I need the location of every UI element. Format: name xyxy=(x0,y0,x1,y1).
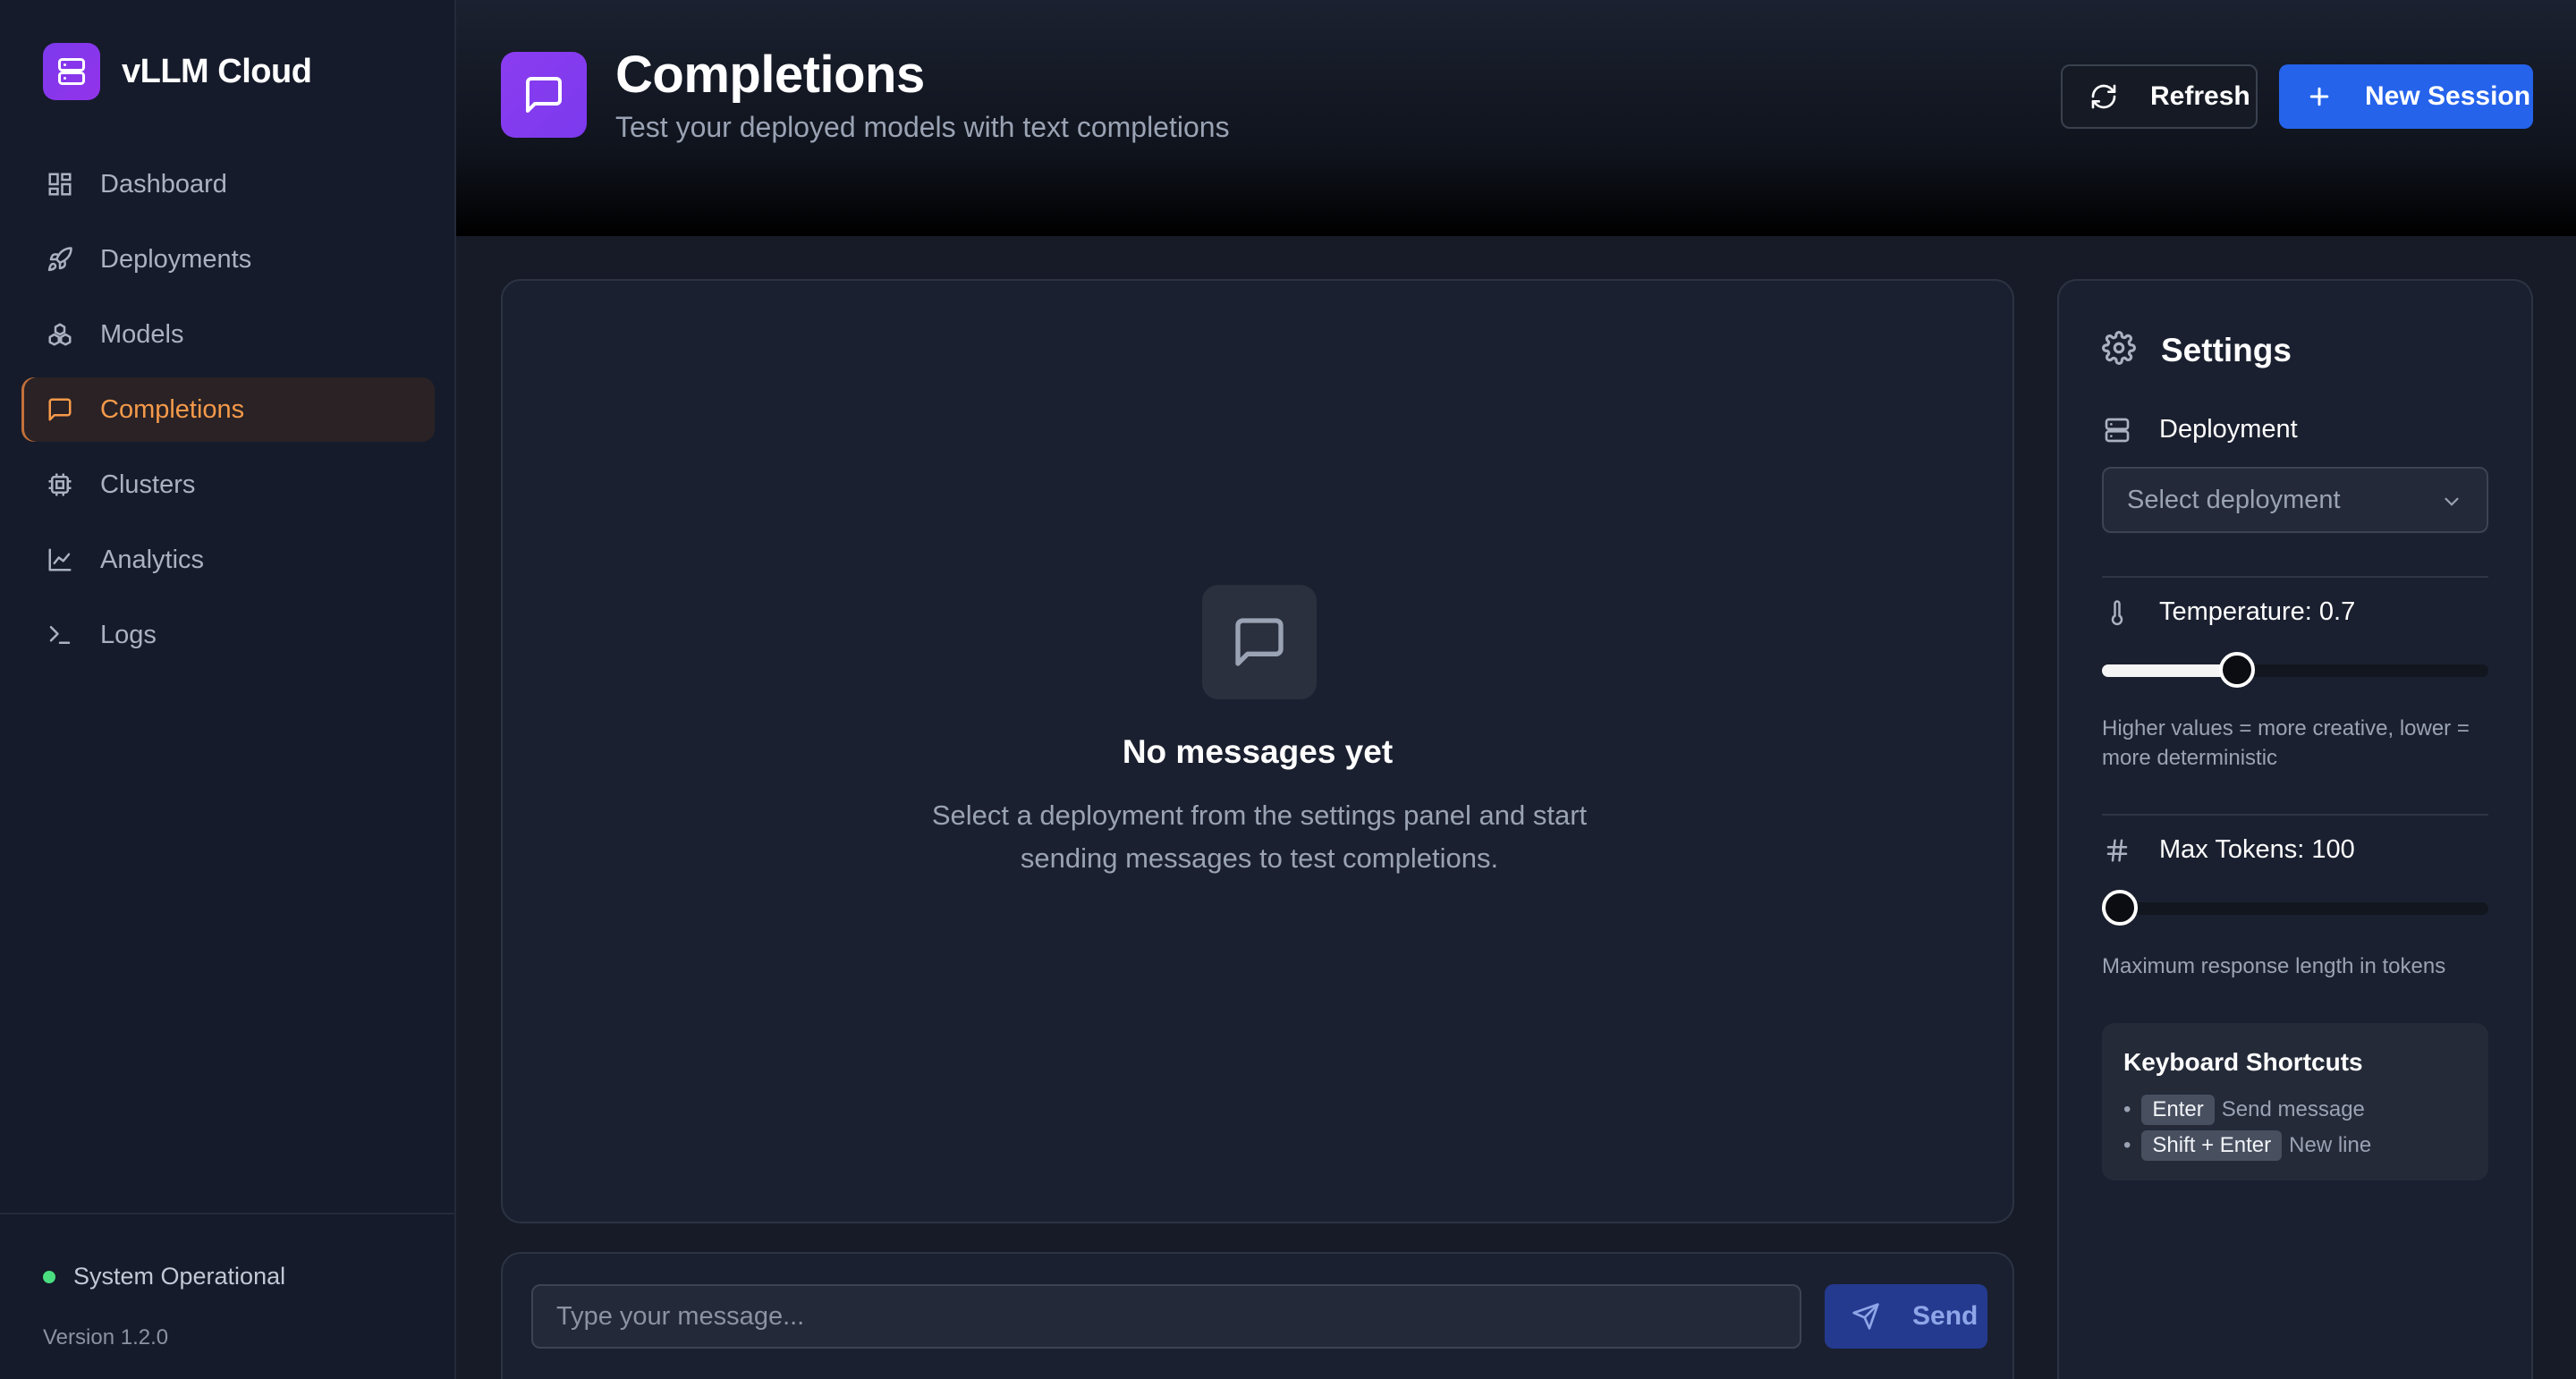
sidebar-footer: System Operational Version 1.2.0 xyxy=(0,1213,456,1379)
shortcut-item: • Enter Send message xyxy=(2123,1095,2365,1125)
shortcut-desc: New line xyxy=(2289,1133,2372,1157)
send-button[interactable]: Send xyxy=(1825,1284,1987,1349)
page-header: Completions Test your deployed models wi… xyxy=(456,0,2576,236)
brand-name: vLLM Cloud xyxy=(122,52,312,90)
deployment-label-row: Deployment xyxy=(2102,415,2298,444)
message-square-icon xyxy=(501,52,587,138)
boxes-icon xyxy=(45,319,75,350)
refresh-icon xyxy=(2089,82,2118,111)
sidebar-item-label: Logs xyxy=(100,620,157,649)
empty-state-text: Select a deployment from the settings pa… xyxy=(931,799,1588,874)
sidebar-item-clusters[interactable]: Clusters xyxy=(21,453,435,517)
divider xyxy=(2102,814,2488,816)
sidebar: vLLM Cloud Dashboard Deployments Models xyxy=(0,0,456,1379)
max-tokens-label-row: Max Tokens: 100 xyxy=(2102,835,2355,865)
sidebar-item-logs[interactable]: Logs xyxy=(21,603,435,667)
message-input[interactable] xyxy=(531,1284,1801,1349)
app-root: vLLM Cloud Dashboard Deployments Models xyxy=(0,0,2576,1379)
keyboard-shortcuts-title: Keyboard Shortcuts xyxy=(2123,1048,2363,1076)
line-chart-icon xyxy=(45,545,75,575)
new-session-label: New Session xyxy=(2365,81,2531,111)
divider xyxy=(2102,576,2488,578)
bullet: • xyxy=(2123,1097,2131,1121)
send-icon xyxy=(1852,1302,1880,1331)
chat-panel: No messages yet Select a deployment from… xyxy=(501,279,2014,1223)
sidebar-item-label: Analytics xyxy=(100,545,205,574)
dashboard-icon xyxy=(45,169,75,199)
server-icon xyxy=(2102,416,2132,444)
max-tokens-hint: Maximum response length in tokens xyxy=(2102,954,2446,978)
page-title: Completions xyxy=(615,46,925,104)
temperature-label-row: Temperature: 0.7 xyxy=(2102,597,2355,627)
send-label: Send xyxy=(1912,1301,1979,1331)
new-session-button[interactable]: New Session xyxy=(2279,64,2533,129)
max-tokens-slider[interactable] xyxy=(2102,890,2488,926)
thermometer-icon xyxy=(2102,599,2132,626)
terminal-icon xyxy=(45,620,75,650)
message-square-icon xyxy=(1202,585,1317,699)
temperature-label: Temperature: 0.7 xyxy=(2159,597,2356,626)
refresh-button[interactable]: Refresh xyxy=(2061,64,2258,129)
rocket-icon xyxy=(45,244,75,275)
deployment-label: Deployment xyxy=(2159,415,2298,444)
shortcut-key: Shift + Enter xyxy=(2141,1130,2283,1161)
deployment-select-value: Select deployment xyxy=(2127,485,2341,514)
temperature-slider-fill xyxy=(2102,664,2238,677)
version-label: Version 1.2.0 xyxy=(43,1325,169,1349)
sidebar-item-label: Dashboard xyxy=(100,169,227,199)
settings-header: Settings xyxy=(2102,331,2292,369)
hash-icon xyxy=(2102,837,2132,864)
plus-icon xyxy=(2306,83,2333,110)
sidebar-item-label: Clusters xyxy=(100,470,196,499)
gear-icon xyxy=(2102,331,2136,369)
temperature-slider-thumb[interactable] xyxy=(2219,652,2256,688)
status-dot xyxy=(43,1270,55,1283)
temperature-hint: Higher values = more creative, lower = m… xyxy=(2102,716,2470,770)
settings-panel: Settings Deployment Select deployment Te… xyxy=(2057,279,2533,1379)
status-text: System Operational xyxy=(73,1263,286,1290)
sidebar-item-analytics[interactable]: Analytics xyxy=(21,528,435,592)
settings-title: Settings xyxy=(2161,331,2292,368)
sidebar-item-deployments[interactable]: Deployments xyxy=(21,227,435,292)
deployment-select[interactable]: Select deployment xyxy=(2102,467,2488,533)
refresh-label: Refresh xyxy=(2150,81,2250,111)
sidebar-item-label: Deployments xyxy=(100,244,252,274)
brand[interactable]: vLLM Cloud xyxy=(43,43,312,100)
sidebar-item-dashboard[interactable]: Dashboard xyxy=(21,152,435,216)
shortcut-item: • Shift + Enter New line xyxy=(2123,1130,2371,1161)
page-subtitle: Test your deployed models with text comp… xyxy=(615,111,1230,143)
sidebar-item-label: Models xyxy=(100,319,184,349)
max-tokens-slider-thumb[interactable] xyxy=(2102,890,2138,926)
message-composer: Send xyxy=(501,1252,2014,1379)
sidebar-nav: Dashboard Deployments Models Completions xyxy=(21,152,435,678)
server-icon xyxy=(43,43,100,100)
sidebar-item-completions[interactable]: Completions xyxy=(21,377,435,442)
shortcut-desc: Send message xyxy=(2221,1097,2365,1121)
system-status: System Operational xyxy=(43,1263,285,1290)
cpu-icon xyxy=(45,470,75,500)
temperature-slider[interactable] xyxy=(2102,652,2488,688)
keyboard-shortcuts-card: Keyboard Shortcuts • Enter Send message … xyxy=(2102,1023,2488,1180)
chevron-down-icon xyxy=(2440,490,2463,513)
sidebar-item-models[interactable]: Models xyxy=(21,302,435,367)
sidebar-item-label: Completions xyxy=(100,394,245,424)
bullet: • xyxy=(2123,1133,2131,1157)
max-tokens-label: Max Tokens: 100 xyxy=(2159,835,2355,864)
shortcut-key: Enter xyxy=(2141,1095,2215,1125)
message-square-icon xyxy=(45,394,75,425)
empty-state-title: No messages yet xyxy=(1122,733,1394,770)
